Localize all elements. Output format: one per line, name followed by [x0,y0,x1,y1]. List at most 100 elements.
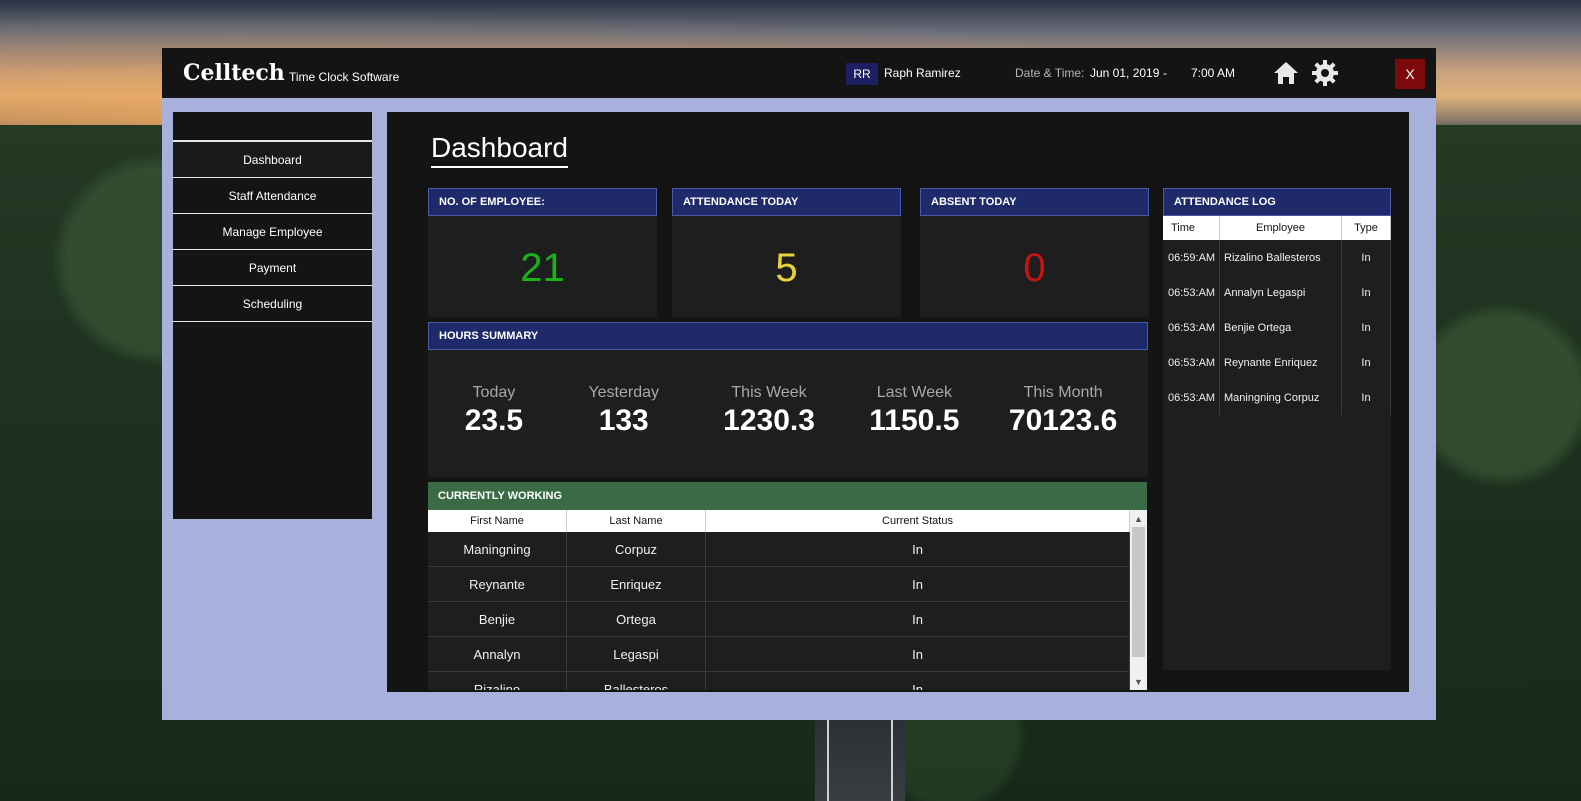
card-header: ATTENDANCE TODAY [672,188,901,216]
hours-this-week: This Week 1230.3 [688,384,851,438]
log-column-type[interactable]: Type [1342,216,1391,240]
scroll-up-arrow-icon[interactable]: ▲ [1130,510,1147,527]
log-row[interactable]: 06:59:AM Rizalino Ballesteros In [1163,240,1391,275]
log-time: 06:59:AM [1163,240,1220,275]
employee-count-card: NO. OF EMPLOYEE: 21 [428,188,657,317]
table-row[interactable]: Benjie Ortega In [428,602,1130,637]
cell-last-name: Enriquez [567,567,706,601]
currently-working-table[interactable]: First Name Last Name Current Status Mani… [428,510,1130,690]
log-column-employee[interactable]: Employee [1220,216,1342,240]
sidebar-header [173,112,372,142]
titlebar: Celltech Time Clock Software RR Raph Ram… [162,48,1436,98]
cell-status: In [706,602,1130,636]
hours-value: 23.5 [464,404,524,437]
table-header-row: First Name Last Name Current Status [428,510,1130,532]
background-road [815,720,905,801]
cell-first-name: Annalyn [428,637,567,671]
log-type: In [1342,345,1391,380]
datetime-label: Date & Time: [1015,66,1085,80]
cell-last-name: Legaspi [567,637,706,671]
close-button[interactable]: X [1395,59,1425,89]
cell-first-name: Maningning [428,532,567,566]
current-date: Jun 01, 2019 [1090,66,1160,80]
log-type: In [1342,310,1391,345]
hours-last-week: Last Week 1150.5 [850,384,978,438]
sidebar-item-scheduling[interactable]: Scheduling [173,286,372,322]
app-subtitle: Time Clock Software [289,70,400,84]
absent-today-value: 0 [1023,246,1046,290]
attendance-today-value: 5 [775,246,798,290]
log-employee: Reynante Enriquez [1220,345,1342,380]
hours-label: This Month [1023,384,1103,401]
cell-last-name: Ballesteros [567,672,706,690]
currently-working-header: CURRENTLY WORKING [428,482,1147,510]
sidebar-item-manage-employee[interactable]: Manage Employee [173,214,372,250]
hours-value: 1150.5 [869,404,960,437]
hours-value: 133 [598,404,649,437]
table-row[interactable]: Rizalino Ballesteros In [428,672,1130,690]
currently-working-card: CURRENTLY WORKING First Name Last Name C… [428,482,1147,690]
log-time: 06:53:AM [1163,380,1220,415]
gear-icon[interactable] [1312,60,1338,86]
hours-summary-header: HOURS SUMMARY [428,322,1148,350]
table-row[interactable]: Maningning Corpuz In [428,532,1130,567]
table-row[interactable]: Reynante Enriquez In [428,567,1130,602]
log-row[interactable]: 06:53:AM Maningning Corpuz In [1163,380,1391,415]
cell-first-name: Benjie [428,602,567,636]
datetime-separator: - [1163,66,1167,80]
main-panel: Dashboard NO. OF EMPLOYEE: 21 ATTENDANCE… [387,112,1409,692]
current-time: 7:00 AM [1191,66,1236,80]
hours-today: Today 23.5 [428,384,560,438]
sidebar-item-dashboard[interactable]: Dashboard [173,142,372,178]
employee-count-value: 21 [520,246,565,290]
user-name: Raph Ramirez [884,66,961,80]
cell-status: In [706,637,1130,671]
sidebar: Dashboard Staff Attendance Manage Employ… [173,112,372,519]
hours-this-month: This Month 70123.6 [978,384,1148,438]
hours-yesterday: Yesterday 133 [560,384,688,438]
app-window: Celltech Time Clock Software RR Raph Ram… [162,48,1436,720]
table-scrollbar[interactable]: ▲ ▼ [1130,510,1147,690]
home-icon[interactable] [1272,60,1300,86]
log-employee: Maningning Corpuz [1220,380,1342,415]
log-type: In [1342,240,1391,275]
cell-status: In [706,532,1130,566]
log-row[interactable]: 06:53:AM Reynante Enriquez In [1163,345,1391,380]
cell-first-name: Reynante [428,567,567,601]
log-time: 06:53:AM [1163,310,1220,345]
card-header: ABSENT TODAY [920,188,1149,216]
user-avatar[interactable]: RR [846,63,878,85]
column-header-current-status[interactable]: Current Status [706,510,1130,532]
scroll-down-arrow-icon[interactable]: ▼ [1130,673,1147,690]
log-employee: Benjie Ortega [1220,310,1342,345]
card-header: NO. OF EMPLOYEE: [428,188,657,216]
attendance-log-header: ATTENDANCE LOG [1163,188,1391,216]
absent-today-card: ABSENT TODAY 0 [920,188,1149,317]
table-row[interactable]: Annalyn Legaspi In [428,637,1130,672]
hours-summary-card: HOURS SUMMARY Today 23.5 Yesterday 133 T… [428,322,1148,477]
log-column-time[interactable]: Time [1163,216,1220,240]
hours-label: Yesterday [588,384,660,401]
hours-summary-body: Today 23.5 Yesterday 133 This Week 1230.… [428,350,1148,438]
log-time: 06:53:AM [1163,275,1220,310]
cell-last-name: Corpuz [567,532,706,566]
sidebar-item-payment[interactable]: Payment [173,250,372,286]
column-header-first-name[interactable]: First Name [428,510,567,532]
scroll-thumb[interactable] [1132,527,1145,657]
column-header-last-name[interactable]: Last Name [567,510,706,532]
log-employee: Rizalino Ballesteros [1220,240,1342,275]
log-row[interactable]: 06:53:AM Benjie Ortega In [1163,310,1391,345]
log-employee: Annalyn Legaspi [1220,275,1342,310]
log-header-row: Time Employee Type [1163,216,1391,240]
attendance-log-card: ATTENDANCE LOG Time Employee Type 06:59:… [1163,188,1391,670]
hours-label: This Week [731,384,807,401]
cell-status: In [706,672,1130,690]
cell-status: In [706,567,1130,601]
hours-label: Last Week [876,384,952,401]
sidebar-item-staff-attendance[interactable]: Staff Attendance [173,178,372,214]
log-row[interactable]: 06:53:AM Annalyn Legaspi In [1163,275,1391,310]
log-time: 06:53:AM [1163,345,1220,380]
page-title: Dashboard [431,132,568,168]
attendance-today-card: ATTENDANCE TODAY 5 [672,188,901,317]
cell-first-name: Rizalino [428,672,567,690]
